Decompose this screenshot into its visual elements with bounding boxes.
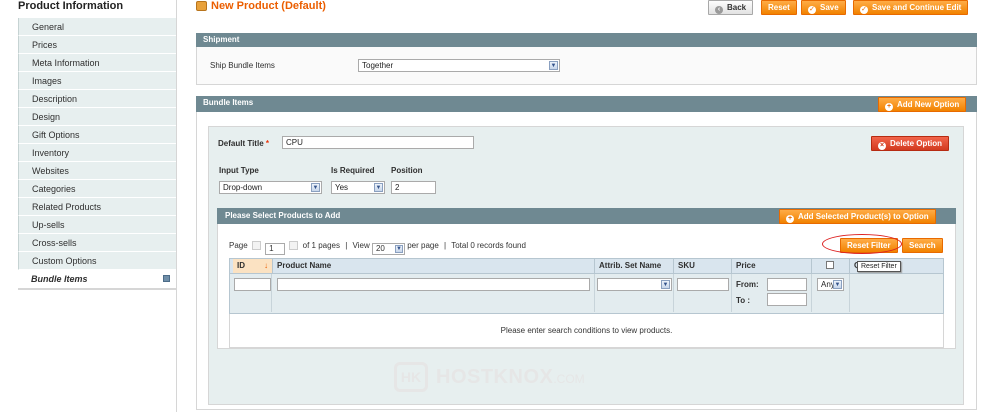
sidebar-item-related-products[interactable]: Related Products <box>18 198 176 216</box>
sidebar-item-custom-options[interactable]: Custom Options <box>18 252 176 270</box>
default-title-input[interactable]: CPU <box>282 136 474 149</box>
sidebar-item-general[interactable]: General <box>18 18 176 36</box>
chevron-down-icon: ▼ <box>311 183 320 192</box>
sidebar-item-categories[interactable]: Categories <box>18 180 176 198</box>
delete-option-button[interactable]: × Delete Option <box>871 136 950 151</box>
page-number-input[interactable]: 1 <box>265 243 286 255</box>
sidebar-item-inventory[interactable]: Inventory <box>18 144 176 162</box>
prev-page-icon[interactable] <box>251 241 261 250</box>
ship-bundle-items-label: Ship Bundle Items <box>210 61 275 70</box>
next-page-icon[interactable] <box>289 241 299 250</box>
input-type-label: Input Type <box>219 166 259 175</box>
plus-icon: + <box>885 103 893 111</box>
in-products-filter-select[interactable]: Any ▼ <box>817 278 844 291</box>
save-button[interactable]: ✓ Save <box>801 0 846 15</box>
column-divider <box>849 274 850 312</box>
shipment-section-header: Shipment <box>196 33 977 47</box>
sidebar-item-websites[interactable]: Websites <box>18 162 176 180</box>
column-divider <box>271 274 272 312</box>
sidebar-item-prices[interactable]: Prices <box>18 36 176 54</box>
sidebar-item-description[interactable]: Description <box>18 90 176 108</box>
attrib-set-filter-select[interactable]: ▼ <box>597 278 672 291</box>
shipment-section-body: Ship Bundle Items Together ▼ <box>196 47 977 85</box>
sku-filter-input[interactable] <box>677 278 729 291</box>
sidebar-item-design[interactable]: Design <box>18 108 176 126</box>
ship-bundle-items-select[interactable]: Together ▼ <box>358 59 560 72</box>
back-arrow-icon: ‹ <box>715 6 723 14</box>
price-to-input[interactable] <box>767 293 807 306</box>
changed-save-icon <box>163 275 170 282</box>
sidebar-item-cross-sells[interactable]: Cross-sells <box>18 234 176 252</box>
watermark-text: HOSTKNOX.COM <box>436 366 585 388</box>
column-product-name[interactable]: Product Name <box>273 259 595 273</box>
grid-table-header: ID ↓ Product Name Attrib. Set Name SKU P… <box>229 258 944 274</box>
pager-separator: | <box>345 241 348 250</box>
column-divider <box>811 274 812 312</box>
search-button[interactable]: Search <box>902 238 943 253</box>
product-box-icon <box>196 1 207 11</box>
default-title-label: Default Title * <box>218 139 269 148</box>
check-icon: ✓ <box>808 6 816 14</box>
plus-icon: + <box>786 215 794 223</box>
add-new-option-button[interactable]: + Add New Option <box>878 97 967 112</box>
sidebar-item-up-sells[interactable]: Up-sells <box>18 216 176 234</box>
grid-pager: Page 1 of 1 pages | View 20 ▼ per page | … <box>229 241 526 255</box>
page-title: New Product (Default) <box>211 0 326 12</box>
sidebar-item-gift-options[interactable]: Gift Options <box>18 126 176 144</box>
column-divider <box>594 274 595 312</box>
pager-separator: | <box>444 241 447 250</box>
column-price[interactable]: Price <box>732 259 812 273</box>
input-type-select[interactable]: Drop-down ▼ <box>219 181 322 194</box>
product-name-filter-input[interactable] <box>277 278 590 291</box>
column-divider <box>673 274 674 312</box>
column-divider <box>731 274 732 312</box>
id-filter-input[interactable] <box>234 278 271 291</box>
save-and-continue-button[interactable]: ✓ Save and Continue Edit <box>853 0 969 15</box>
reset-filter-tooltip: Reset Filter <box>857 261 901 272</box>
chevron-down-icon: ▼ <box>374 183 383 192</box>
chevron-down-icon: ▼ <box>661 280 670 289</box>
sidebar-tab-list: General Prices Meta Information Images D… <box>18 18 176 288</box>
add-selected-products-button[interactable]: + Add Selected Product(s) to Option <box>779 209 936 224</box>
reset-button[interactable]: Reset <box>761 0 797 15</box>
select-all-checkbox[interactable] <box>826 261 834 269</box>
sidebar-item-images[interactable]: Images <box>18 72 176 90</box>
price-from-input[interactable] <box>767 278 807 291</box>
chevron-down-icon: ▼ <box>394 245 403 253</box>
sidebar-divider <box>18 288 176 290</box>
position-label: Position <box>391 166 423 175</box>
sidebar-item-label: Bundle Items <box>31 274 88 284</box>
is-required-label: Is Required <box>331 166 375 175</box>
close-icon: × <box>878 142 886 150</box>
price-to-label: To : <box>736 296 751 305</box>
per-page-select[interactable]: 20 ▼ <box>371 243 405 255</box>
watermark-logo: HK <box>394 362 428 392</box>
chevron-down-icon: ▼ <box>833 280 842 289</box>
sidebar-title: Product Information <box>18 0 124 12</box>
price-from-label: From: <box>736 280 759 289</box>
sidebar-item-bundle-items[interactable]: Bundle Items <box>18 270 176 288</box>
back-button[interactable]: ‹ Back <box>708 0 754 15</box>
highlight-circle <box>822 234 902 254</box>
column-select-all <box>812 259 850 273</box>
column-id[interactable]: ID ↓ <box>233 259 273 273</box>
grid-empty-message: Please enter search conditions to view p… <box>229 314 944 348</box>
is-required-select[interactable]: Yes ▼ <box>331 181 385 194</box>
position-input[interactable]: 2 <box>391 181 436 194</box>
sidebar-item-meta-information[interactable]: Meta Information <box>18 54 176 72</box>
chevron-down-icon: ▼ <box>549 61 558 70</box>
sort-arrow-icon: ↓ <box>264 261 268 270</box>
bundle-items-section-header: Bundle Items <box>196 96 977 112</box>
grid-filter-row: ▼ From: To : Any ▼ <box>229 274 944 314</box>
required-mark: * <box>265 139 269 148</box>
check-icon: ✓ <box>860 6 868 14</box>
column-sku[interactable]: SKU <box>674 259 732 273</box>
column-attrib-set[interactable]: Attrib. Set Name <box>595 259 674 273</box>
product-info-sidebar: Product Information General Prices Meta … <box>0 0 177 412</box>
